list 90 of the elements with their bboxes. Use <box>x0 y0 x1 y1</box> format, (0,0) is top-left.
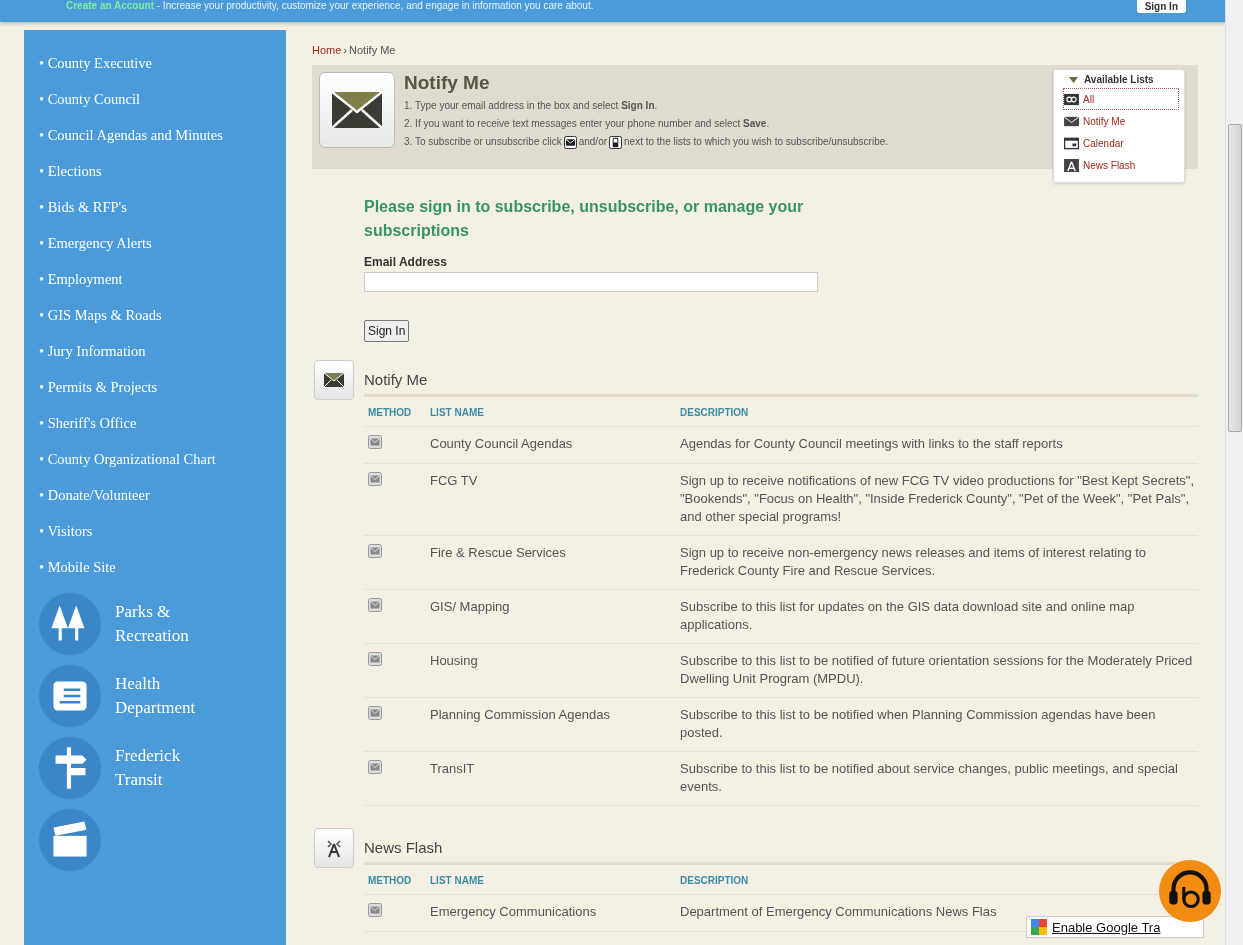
envelope-icon <box>1064 114 1079 128</box>
instruction-text: 3. To subscribe or unsubscribe click <box>404 135 562 149</box>
account-promo-text: Create an Account - Increase your productivity, customize your experience, and engage in information you care about. <box>66 0 594 12</box>
envelope-icon[interactable] <box>368 472 382 486</box>
scrollbar[interactable] <box>1225 0 1243 945</box>
sidebar-link[interactable]: • Mobile Site <box>39 551 286 587</box>
translate-link[interactable]: Enable Google Tra <box>1026 916 1204 938</box>
department-link[interactable]: Health Department <box>115 672 225 720</box>
description-cell-text: Subscribe to this list to be notified of future orientation sessions for the Moderately Priced Dwelling Unit Program (MPDU). <box>680 652 1194 688</box>
calendar-icon <box>1064 136 1079 150</box>
column-header: METHOD <box>367 406 413 420</box>
column-header: LIST NAME <box>430 406 485 420</box>
instruction-text: next to the lists to which you wish to subscribe/unsubscribe. <box>624 135 889 149</box>
sign-in-button[interactable]: Sign In <box>364 320 410 342</box>
sidebar-link[interactable]: • Bids & RFP's <box>39 191 286 227</box>
list-name-cell-text: Emergency Communications <box>430 903 598 921</box>
description-cell-text: Sign up to receive notifications of new FCG TV video productions for "Best Kept Secrets", "Bookends", "Focus on Health", "Inside Frederick County", "Pet of the Week", "Pet Pals", and other special programs! <box>680 472 1196 526</box>
description-cell-text: Subscribe to this list to be notified when Planning Commission agendas have been posted. <box>680 706 1157 742</box>
description-cell-text: Subscribe to this list to be notified about service changes, public meetings, and special events. <box>680 760 1179 796</box>
sidebar-link[interactable]: • Council Agendas and Minutes <box>39 119 286 155</box>
phone-icon <box>609 135 623 149</box>
instruction-text: 2. If you want to receive text messages enter your phone number and select Save. <box>404 117 771 131</box>
list-name-cell-text: Housing <box>430 652 479 670</box>
description-cell-text: Subscribe to this list for updates on the GIS data download site and online map applications. <box>680 598 1136 634</box>
envelope-icon[interactable] <box>368 706 382 720</box>
list-name-cell-text: Fire & Rescue Services <box>430 544 567 562</box>
sidebar-link[interactable]: • Elections <box>39 155 286 191</box>
envelope-icon[interactable] <box>368 598 382 612</box>
list-filter-link[interactable]: Notify Me <box>1063 110 1179 132</box>
section-title: News Flash <box>364 838 443 856</box>
sidebar-link[interactable]: • Donate/Volunteer <box>39 479 286 515</box>
sidebar-link[interactable]: • Employment <box>39 263 286 299</box>
list-name-cell-text: FCG TV <box>430 472 479 490</box>
column-header: LIST NAME <box>430 874 485 888</box>
column-header: DESCRIPTION <box>680 406 750 420</box>
list-filter-link[interactable]: Calendar <box>1063 132 1179 154</box>
list-filter-link[interactable]: News Flash <box>1063 154 1179 176</box>
sidebar-link[interactable]: • Permits & Projects <box>39 371 286 407</box>
envelope-icon <box>563 135 577 149</box>
list-name-cell-text: TransIT <box>430 760 476 778</box>
scrollbar-thumb[interactable] <box>1228 124 1242 432</box>
create-account-link[interactable]: Create an Account <box>66 0 154 11</box>
antenna-icon <box>1064 158 1079 172</box>
list-name-cell-text: County Council Agendas <box>430 435 574 453</box>
page-title: Notify Me <box>404 72 491 94</box>
section-title: Notify Me <box>364 370 428 388</box>
department-link[interactable]: Frederick Transit <box>115 744 225 792</box>
sidebar-link[interactable]: • Emergency Alerts <box>39 227 286 263</box>
department-link[interactable]: Parks & Recreation <box>115 600 225 648</box>
sign-in-heading: Please sign in to subscribe, unsubscribe, or manage your subscriptions <box>364 197 805 241</box>
envelope-icon[interactable] <box>368 760 382 774</box>
envelope-icon <box>314 360 354 400</box>
list-filter-link[interactable]: All <box>1063 88 1179 110</box>
headphones-button[interactable] <box>1159 860 1221 922</box>
breadcrumb-current: Notify Me <box>349 44 396 56</box>
sidebar-link[interactable]: • Visitors <box>39 515 286 551</box>
column-header: METHOD <box>367 874 413 888</box>
list-name-cell-text: GIS/ Mapping <box>430 598 511 616</box>
list-name-cell-text: Planning Commission Agendas <box>430 706 611 724</box>
sidebar-link[interactable]: • Sheriff's Office <box>39 407 286 443</box>
caret-icon <box>1069 76 1078 83</box>
google-g-icon <box>1031 919 1047 935</box>
envelope-icon <box>319 72 395 148</box>
sidebar-link[interactable]: • GIS Maps & Roads <box>39 299 286 335</box>
sidebar-link[interactable]: • County Council <box>39 83 286 119</box>
available-lists-title[interactable]: Available Lists <box>1084 74 1154 85</box>
email-input[interactable] <box>364 272 818 292</box>
sign-in-button[interactable]: Sign In <box>1136 0 1186 13</box>
instruction-text: 1. Type your email address in the box and select Sign In. <box>404 99 659 113</box>
breadcrumb-separator: › <box>343 44 347 56</box>
sidebar-link[interactable]: • County Organizational Chart <box>39 443 286 479</box>
column-header: DESCRIPTION <box>680 874 750 888</box>
trees-icon[interactable] <box>39 593 101 655</box>
description-cell-text: Agendas for County Council meetings with links to the staff reports <box>680 435 1064 453</box>
envelope-icon[interactable] <box>368 435 382 449</box>
sidebar-link[interactable]: • Jury Information <box>39 335 286 371</box>
signpost-icon[interactable] <box>39 737 101 799</box>
email-label: Email Address <box>364 255 447 269</box>
instruction-text: and/or <box>578 135 608 149</box>
sidebar-link[interactable]: • County Executive <box>39 47 286 83</box>
breadcrumb-home-link[interactable]: Home <box>312 44 342 56</box>
envelope-icon[interactable] <box>368 903 382 917</box>
infinity-icon <box>1064 92 1079 106</box>
description-cell-text: Sign up to receive non-emergency news releases and items of interest relating to Frederick County Fire and Rescue Services. <box>680 544 1148 580</box>
clipboard-icon[interactable] <box>39 665 101 727</box>
description-cell-text: Department of Emergency Communications News Flas <box>680 903 998 921</box>
clapperboard-icon[interactable] <box>39 809 101 871</box>
envelope-icon[interactable] <box>368 544 382 558</box>
antenna-icon <box>314 828 354 868</box>
envelope-icon[interactable] <box>368 652 382 666</box>
